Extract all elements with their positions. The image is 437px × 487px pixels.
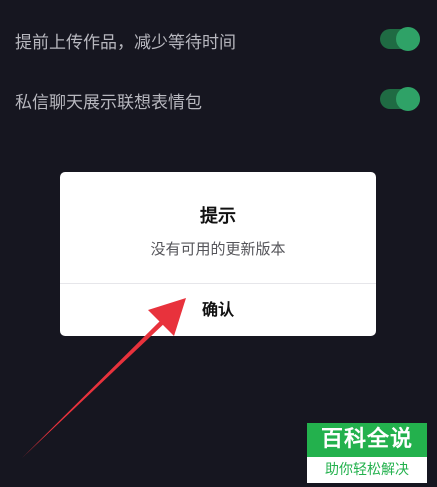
arrow-shaft (22, 316, 168, 458)
setting-label-preupload: 提前上传作品，减少等待时间 (15, 33, 236, 53)
preupload-toggle[interactable] (380, 27, 420, 51)
toggle-knob (396, 87, 420, 111)
setting-row-emoji-suggest[interactable]: 私信聊天展示联想表情包 (0, 80, 437, 120)
emoji-suggest-toggle[interactable] (380, 87, 420, 111)
confirm-button[interactable]: 确认 (60, 284, 376, 336)
dialog-message: 没有可用的更新版本 (150, 240, 286, 258)
alert-dialog: 提示 没有可用的更新版本 确认 (60, 172, 376, 336)
settings-screen: 提前上传作品，减少等待时间 私信聊天展示联想表情包 提示 没有可用的更新版本 确… (0, 0, 437, 487)
setting-row-preupload[interactable]: 提前上传作品，减少等待时间 (0, 20, 437, 60)
dialog-title: 提示 (200, 206, 236, 227)
watermark-subtitle: 助你轻松解决 (307, 457, 427, 483)
toggle-knob (396, 27, 420, 51)
watermark-logo: 百科全说 助你轻松解决 (307, 423, 427, 485)
watermark-title: 百科全说 (307, 423, 427, 457)
setting-label-emoji-suggest: 私信聊天展示联想表情包 (15, 93, 202, 113)
